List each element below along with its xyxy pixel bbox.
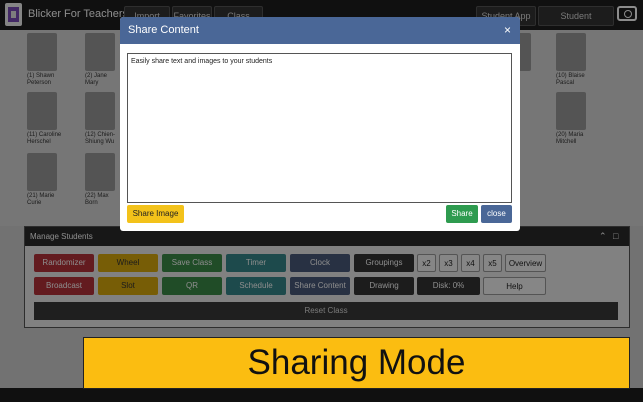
close-icon[interactable]: × xyxy=(504,17,511,44)
share-content-dialog: Share Content × Easily share text and im… xyxy=(120,17,520,231)
dialog-title: Share Content xyxy=(128,24,199,36)
share-text-editor[interactable]: Easily share text and images to your stu… xyxy=(127,53,512,203)
dialog-header: Share Content × xyxy=(120,17,520,44)
close-button[interactable]: close xyxy=(481,205,512,223)
share-button[interactable]: Share xyxy=(446,205,478,223)
sharing-mode-banner: Sharing Mode xyxy=(83,337,630,389)
share-image-button[interactable]: Share Image xyxy=(127,205,184,223)
